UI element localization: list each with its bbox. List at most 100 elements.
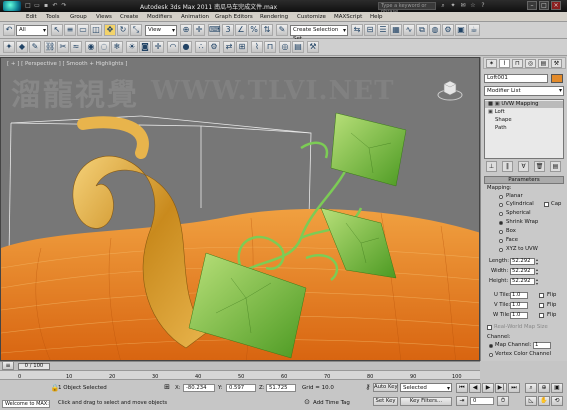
merge-icon[interactable]: ⊞ [236,41,248,53]
select-object-button[interactable]: ↖ [51,24,63,36]
schematic-view-button[interactable]: ⧉ [416,24,428,36]
menu-graph-editors[interactable]: Graph Editors [215,13,253,21]
z-coord-field[interactable]: 51.725 [266,384,296,392]
menu-group[interactable]: Group [70,13,87,21]
radio-face[interactable] [499,239,503,243]
play-icon[interactable]: ▶ [482,383,494,393]
app-logo-icon[interactable] [3,1,21,11]
create-tab-icon[interactable]: ✶ [486,59,497,68]
object-name-field[interactable]: Loft001 [484,74,548,83]
utilities-tab-icon[interactable]: ⚒ [551,59,562,68]
select-and-move-button[interactable]: ✥ [104,24,116,36]
select-and-rotate-button[interactable]: ↻ [117,24,129,36]
key-mode-dropdown[interactable]: Selected [400,383,452,393]
maximize-button[interactable]: □ [539,1,549,10]
menu-edit[interactable]: Edit [26,13,37,21]
select-by-name-button[interactable]: ≡ [64,24,76,36]
show-end-result-icon[interactable]: ‖ [502,161,513,172]
orbit-icon[interactable]: ⟲ [551,396,563,406]
viewcube-icon[interactable] [437,76,463,102]
stack-item-uvw-mapping[interactable]: ■ ▣ UVW Mapping [485,101,563,108]
stack-item-loft[interactable]: ▣ Loft [485,109,563,116]
redo-icon[interactable]: ↷ [60,2,68,10]
reference-coord-dropdown[interactable]: View [145,25,177,36]
radio-spherical[interactable] [499,212,503,216]
time-slider-knob[interactable]: 0 / 100 [18,363,50,370]
radio-planar[interactable] [499,195,503,199]
utile-spinner[interactable]: 1.0 [510,292,528,299]
selection-tools-icon[interactable]: ◆ [16,41,28,53]
keyboard-shortcut-button[interactable]: ⌨ [208,24,221,36]
unlink-icon[interactable]: ✂ [57,41,69,53]
modify-tab-icon[interactable]: ⌇ [499,59,510,68]
maxscript-listener-field[interactable]: Welcome to MAX: [2,400,50,408]
object-paint-icon[interactable]: ✎ [29,41,41,53]
menu-maxscript[interactable]: MAXScript [334,13,362,21]
radio-xyz-to-uvw[interactable] [499,248,503,252]
search-input[interactable]: Type a keyword or phrase [378,2,436,15]
track-bar[interactable]: 0 10 20 30 40 50 60 70 80 90 100 [0,370,480,380]
named-selection-dropdown[interactable]: Create Selection Set [290,25,348,42]
display-tab-icon[interactable]: ▤ [538,59,549,68]
save-icon[interactable]: ▪ [42,2,50,10]
menu-create[interactable]: Create [120,13,138,21]
layer-manager-button[interactable]: ☰ [377,24,389,36]
menu-views[interactable]: Views [96,13,112,21]
geometry-icon[interactable]: ● [180,41,192,53]
close-button[interactable]: × [551,1,561,10]
menu-rendering[interactable]: Rendering [260,13,288,21]
pan-view-icon[interactable]: ✋ [538,396,550,406]
percent-snap-button[interactable]: % [248,24,260,36]
previous-frame-icon[interactable]: ◀ [469,383,481,393]
radio-map-channel[interactable] [489,344,493,348]
xref-icon[interactable]: ⇄ [223,41,235,53]
graphite-toggle-button[interactable]: ▦ [390,24,402,36]
radio-shrink-wrap[interactable] [499,221,503,225]
curve-editor-button[interactable]: ∿ [403,24,415,36]
render-production-button[interactable]: ☕ [468,24,480,36]
communication-icon[interactable]: ✉ [459,2,467,10]
menu-animation[interactable]: Animation [181,13,209,21]
spinner-snap-button[interactable]: ⇅ [261,24,273,36]
radio-vertex-color-channel[interactable] [489,353,493,357]
angle-snap-button[interactable]: ∠ [235,24,247,36]
menu-customize[interactable]: Customize [297,13,326,21]
current-frame-field[interactable]: 0 [470,397,494,405]
add-time-tag-button[interactable]: Add Time Tag [313,400,350,407]
snaps-toggle-button[interactable]: 3 [222,24,234,36]
stack-item-shape[interactable]: Shape [485,117,563,124]
v-flip-checkbox[interactable] [539,303,544,308]
help-icon[interactable]: ? [479,2,487,10]
zoom-all-icon[interactable]: ⊕ [538,383,550,393]
radio-box[interactable] [499,230,503,234]
motion-tab-icon[interactable]: ◎ [525,59,536,68]
width-spinner[interactable]: 52.292 [510,268,535,275]
length-spinner-arrows-icon[interactable]: ▴ ▾ [535,258,539,266]
pivot-center-button[interactable]: ⊕ [180,24,192,36]
lights-icon[interactable]: ☀ [126,41,138,53]
cap-checkbox[interactable] [544,202,549,207]
open-icon[interactable]: ▭ [33,2,41,10]
absolute-mode-icon[interactable]: ⊞ [162,382,172,392]
map-channel-spinner[interactable]: 1 [533,342,551,349]
freeze-icon[interactable]: ❄ [111,41,123,53]
pin-stack-icon[interactable]: ⊥ [486,161,497,172]
select-and-scale-button[interactable]: ⤡ [130,24,142,36]
select-link-icon[interactable]: ⛓ [44,41,56,53]
perspective-viewport[interactable]: 溜龍視覺 WWW.TLVI.NET [ + ] [ Perspective ] … [0,57,480,361]
motion-icon[interactable]: ◎ [279,41,291,53]
menu-help[interactable]: Help [370,13,383,21]
real-world-map-size-checkbox[interactable] [487,325,492,330]
height-spinner-arrows-icon[interactable]: ▴ ▾ [535,278,539,286]
edit-named-selection-button[interactable]: ✎ [276,24,288,36]
viewport-label[interactable]: [ + ] [ Perspective ] [ Smooth + Highlig… [7,61,127,67]
remove-modifier-icon[interactable]: 🗑 [534,161,545,172]
object-color-swatch[interactable] [551,74,563,83]
modifier-list-dropdown[interactable]: Modifier List [484,86,564,96]
rect-selection-button[interactable]: ▭ [77,24,89,36]
search-icon[interactable]: ⌕ [439,2,447,10]
w-flip-checkbox[interactable] [539,313,544,318]
next-frame-icon[interactable]: ▶| [495,383,507,393]
go-to-start-icon[interactable]: ⏮ [456,383,468,393]
menu-tools[interactable]: Tools [46,13,60,21]
